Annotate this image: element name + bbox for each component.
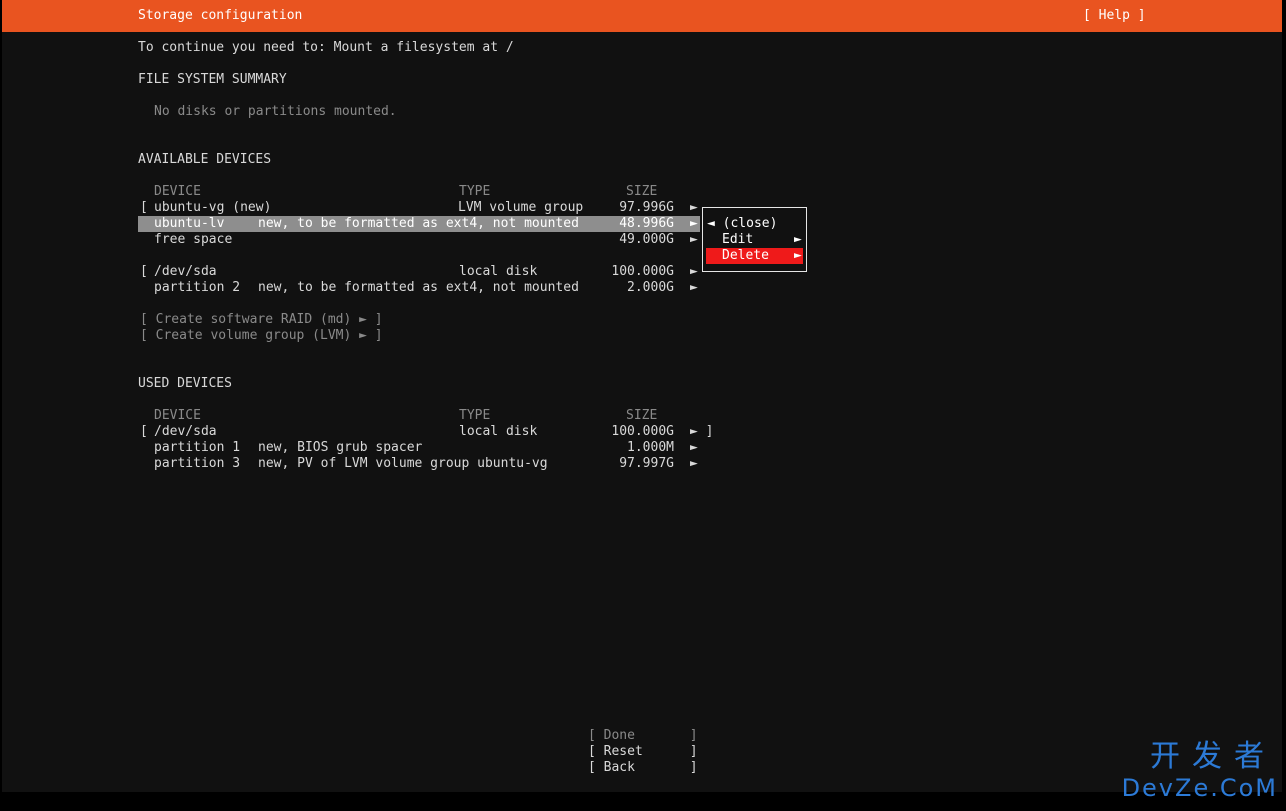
fs-summary-heading: FILE SYSTEM SUMMARY bbox=[138, 72, 287, 87]
row-type: new, to be formatted as ext4, not mounte… bbox=[258, 280, 579, 295]
row-arrow-icon[interactable]: ► bbox=[690, 280, 698, 296]
done-button[interactable]: [ Done ] bbox=[588, 728, 698, 744]
row-bracket: [ bbox=[140, 200, 148, 215]
menu-item-delete[interactable]: Delete bbox=[722, 248, 769, 264]
row-arrow-icon[interactable]: ► bbox=[690, 200, 698, 216]
reset-button[interactable]: [ Reset ] bbox=[588, 744, 698, 760]
row-device: ubuntu-vg (new) bbox=[154, 200, 272, 215]
row-arrow-icon[interactable]: ► bbox=[690, 216, 698, 232]
menu-edit-arrow-icon: ► bbox=[794, 232, 802, 247]
row-bracket: [ bbox=[140, 424, 148, 439]
row-size: 49.000G bbox=[619, 232, 674, 247]
row-device: /dev/sda bbox=[154, 264, 217, 279]
available-col-size: SIZE bbox=[626, 184, 658, 199]
row-arrow-icon[interactable]: ► ] bbox=[690, 424, 713, 440]
row-type: new, PV of LVM volume group ubuntu-vg bbox=[258, 456, 548, 471]
menu-item-edit[interactable]: Edit bbox=[722, 232, 753, 248]
used-col-size: SIZE bbox=[626, 408, 658, 423]
row-arrow-icon[interactable]: ► bbox=[690, 264, 698, 280]
row-size: 2.000G bbox=[627, 280, 674, 295]
row-type: LVM volume group bbox=[458, 200, 584, 215]
row-arrow-icon[interactable]: ► bbox=[690, 440, 698, 456]
available-col-device: DEVICE bbox=[154, 184, 201, 199]
row-device: /dev/sda bbox=[154, 424, 217, 439]
row-size: 100.000G bbox=[611, 424, 674, 439]
row-device: partition 1 bbox=[154, 440, 241, 455]
watermark-logo-domain: DevZe.CoM bbox=[1121, 774, 1278, 802]
used-col-type: TYPE bbox=[459, 408, 491, 423]
menu-delete-arrow-icon: ► bbox=[794, 248, 802, 263]
row-device: free space bbox=[154, 232, 233, 247]
menu-item-close[interactable]: ◄ (close) bbox=[707, 216, 777, 232]
row-size: 97.997G bbox=[619, 456, 674, 471]
watermark-logo-text: 开发者 bbox=[1150, 739, 1276, 774]
used-col-device: DEVICE bbox=[154, 408, 201, 423]
row-device: partition 2 bbox=[154, 280, 241, 295]
row-arrow-icon[interactable]: ► bbox=[690, 232, 698, 248]
row-arrow-icon[interactable]: ► bbox=[690, 456, 698, 472]
instruction-text: To continue you need to: Mount a filesys… bbox=[138, 40, 514, 55]
row-device: ubuntu-lv bbox=[154, 216, 225, 231]
row-size: 97.996G bbox=[619, 200, 674, 215]
help-button[interactable]: [ Help ] bbox=[1083, 8, 1146, 24]
page-title: Storage configuration bbox=[138, 8, 303, 23]
row-type: new, BIOS grub spacer bbox=[258, 440, 423, 455]
row-size: 48.996G bbox=[619, 216, 674, 231]
available-devices-heading: AVAILABLE DEVICES bbox=[138, 152, 272, 167]
available-col-type: TYPE bbox=[459, 184, 491, 199]
row-size: 100.000G bbox=[611, 264, 674, 279]
row-size: 1.000M bbox=[627, 440, 674, 455]
create-raid-button[interactable]: [ Create software RAID (md) ► ] bbox=[140, 312, 383, 328]
used-devices-heading: USED DEVICES bbox=[138, 376, 232, 391]
row-type: new, to be formatted as ext4, not mounte… bbox=[258, 216, 579, 231]
back-button[interactable]: [ Back ] bbox=[588, 760, 698, 776]
installer-screen: Storage configuration [ Help ] To contin… bbox=[2, 0, 1282, 792]
row-device: partition 3 bbox=[154, 456, 241, 471]
row-type: local disk bbox=[459, 264, 538, 279]
fs-summary-empty: No disks or partitions mounted. bbox=[154, 104, 397, 119]
row-bracket: [ bbox=[140, 264, 148, 279]
row-type: local disk bbox=[459, 424, 538, 439]
create-volume-group-button[interactable]: [ Create volume group (LVM) ► ] bbox=[140, 328, 383, 344]
